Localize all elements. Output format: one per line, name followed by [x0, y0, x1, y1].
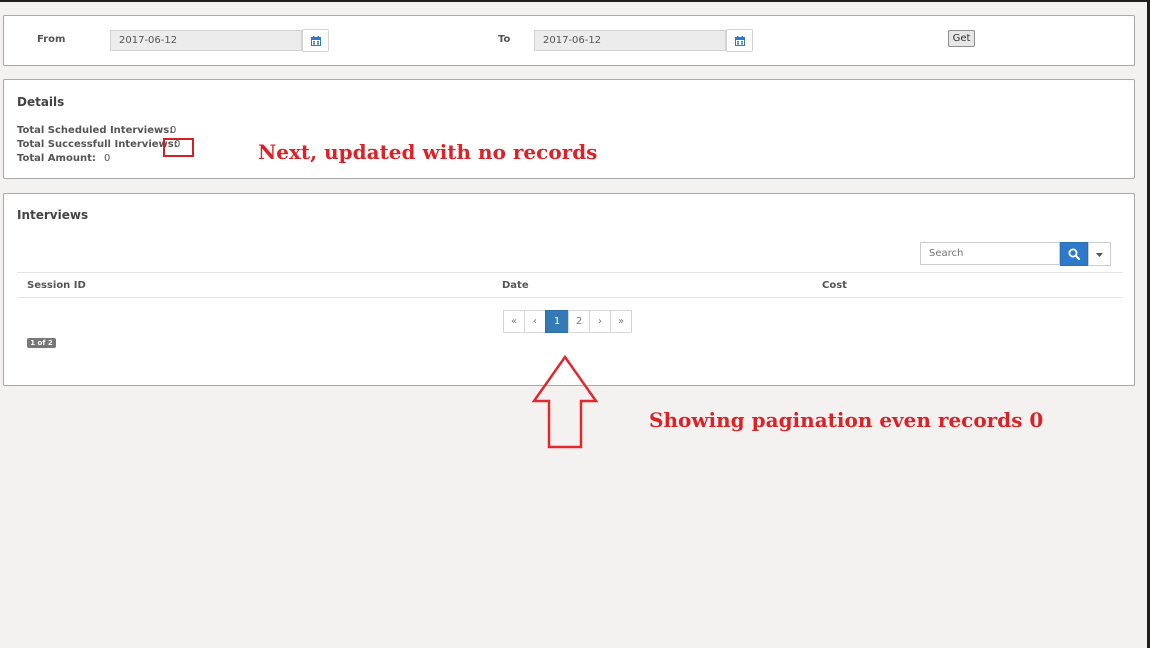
pagination: « ‹ 1 2 › » — [503, 310, 632, 333]
search-icon — [1068, 248, 1080, 260]
to-label: To — [498, 34, 511, 45]
interviews-title: Interviews — [17, 208, 89, 222]
total-amount-label: Total Amount: — [17, 153, 96, 164]
from-calendar-button[interactable] — [302, 29, 329, 52]
details-panel: Details Total Scheduled Interviews: 0 To… — [3, 79, 1135, 179]
pagination-annotation: Showing pagination even records 0 — [649, 408, 1044, 432]
up-arrow-annotation — [531, 355, 599, 449]
to-calendar-button[interactable] — [726, 29, 753, 52]
search-button[interactable] — [1060, 242, 1088, 266]
search-options-dropdown[interactable] — [1088, 242, 1111, 266]
table-header-bottom-border — [17, 297, 1123, 298]
details-annotation: Next, updated with no records — [258, 140, 598, 164]
column-cost[interactable]: Cost — [822, 280, 847, 291]
column-session-id[interactable]: Session ID — [27, 280, 86, 291]
caret-down-icon — [1096, 253, 1103, 257]
search-input[interactable] — [920, 242, 1060, 265]
details-title: Details — [17, 95, 65, 109]
last-page-button[interactable]: » — [610, 310, 632, 333]
total-amount-value: 0 — [104, 153, 111, 164]
highlight-box — [163, 138, 194, 157]
get-button[interactable]: Get — [948, 30, 975, 47]
to-date-input[interactable] — [534, 30, 726, 51]
page-2-button[interactable]: 2 — [568, 310, 590, 333]
prev-page-button[interactable]: ‹ — [524, 310, 546, 333]
next-page-button[interactable]: › — [589, 310, 611, 333]
calendar-icon — [735, 36, 745, 46]
top-border — [0, 0, 1150, 2]
page-1-button[interactable]: 1 — [545, 310, 569, 333]
scheduled-interviews-value: 0 — [170, 125, 177, 136]
first-page-button[interactable]: « — [503, 310, 525, 333]
scheduled-interviews-label: Total Scheduled Interviews: — [17, 125, 174, 136]
successful-interviews-label: Total Successfull Interviews: — [17, 139, 178, 150]
from-label: From — [37, 34, 66, 45]
calendar-icon — [311, 36, 321, 46]
column-date[interactable]: Date — [502, 280, 529, 291]
date-filter-panel: From To Get — [3, 15, 1135, 66]
from-date-input[interactable] — [110, 30, 302, 51]
table-header-top-border — [17, 272, 1123, 273]
page-count-badge: 1 of 2 — [27, 338, 56, 348]
